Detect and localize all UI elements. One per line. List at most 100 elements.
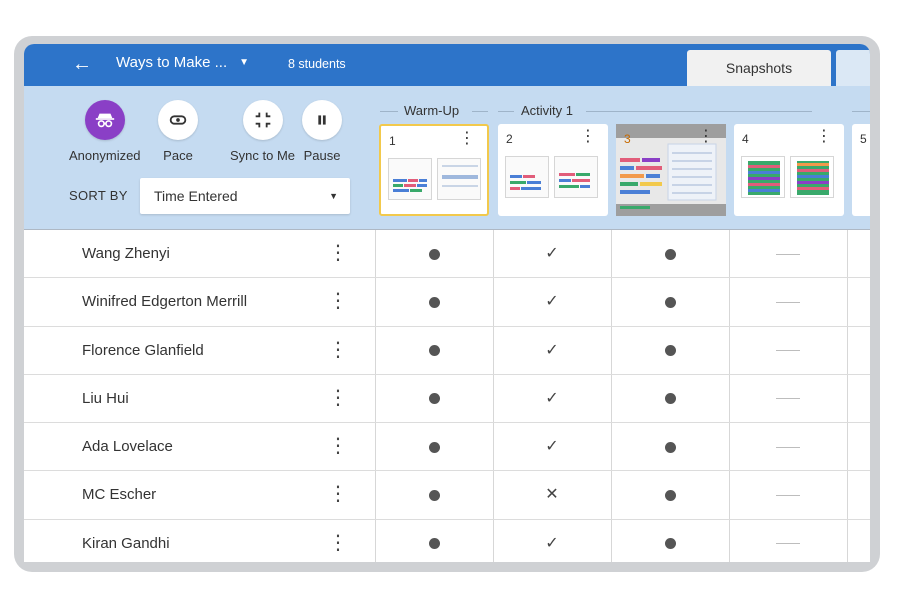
more-vert-icon[interactable]: ⋮	[328, 278, 348, 326]
in-progress-icon	[428, 345, 440, 357]
progress-cell[interactable]: ✕	[493, 471, 611, 519]
sort-by-label: SORT BY	[69, 188, 128, 203]
student-name: Winifred Edgerton Merrill	[82, 293, 248, 311]
slide-card-4[interactable]: 4 ⋮	[734, 124, 844, 216]
slide-number: 4	[742, 132, 749, 146]
thumbnail-bars	[559, 173, 590, 188]
in-progress-icon	[428, 441, 440, 453]
more-vert-icon[interactable]: ⋮	[328, 471, 348, 519]
progress-cell[interactable]: ✓	[493, 230, 611, 278]
slide-thumbnail	[437, 158, 481, 200]
in-progress-icon	[664, 538, 676, 550]
sync-circle	[242, 100, 283, 140]
pause-button[interactable]: Pause	[302, 100, 342, 163]
student-name: Florence Glanfield	[82, 341, 204, 359]
more-vert-icon[interactable]: ⋮	[816, 129, 832, 145]
in-progress-icon	[428, 296, 440, 308]
slide-thumbnail	[388, 158, 432, 200]
progress-cell[interactable]	[611, 520, 729, 562]
progress-cell[interactable]	[375, 230, 493, 278]
pause-label: Pause	[303, 148, 341, 163]
progress-cell[interactable]: ✓	[493, 327, 611, 375]
pace-button[interactable]: Pace	[158, 100, 198, 163]
progress-cell[interactable]	[375, 471, 493, 519]
back-arrow-icon[interactable]: ←	[70, 52, 94, 76]
controls-panel: Anonymized Pace Sync to Me Pause SORT BY…	[24, 86, 870, 230]
progress-cell[interactable]	[611, 278, 729, 326]
student-name: Kiran Gandhi	[82, 534, 170, 552]
pace-label: Pace	[163, 148, 193, 163]
check-icon: ✓	[545, 389, 559, 407]
student-row[interactable]: Florence Glanfield ⋮ ✓	[24, 327, 870, 375]
tab-snapshots[interactable]: Snapshots	[687, 50, 831, 86]
pace-circle	[158, 100, 198, 140]
lesson-title: Ways to Make ...	[116, 54, 228, 71]
slide-card-3[interactable]: 3 ⋮	[616, 124, 726, 216]
student-name: MC Escher	[82, 486, 157, 504]
more-vert-icon[interactable]: ⋮	[698, 129, 714, 145]
progress-cell[interactable]: ✓	[493, 278, 611, 326]
progress-cell[interactable]	[729, 278, 847, 326]
progress-cell[interactable]	[729, 230, 847, 278]
progress-cell[interactable]	[729, 327, 847, 375]
progress-cell[interactable]: ✓	[493, 520, 611, 562]
progress-cell[interactable]	[375, 520, 493, 562]
sort-by-select[interactable]: Time Entered ▼	[140, 178, 350, 214]
progress-cell[interactable]	[375, 423, 493, 471]
progress-cell[interactable]	[611, 230, 729, 278]
anonymized-circle	[84, 100, 125, 140]
slide-thumbnail	[741, 156, 785, 198]
pace-icon	[169, 115, 187, 125]
thumbnail-bars	[393, 179, 427, 192]
thumbnail-grid	[797, 161, 829, 195]
more-vert-icon[interactable]: ⋮	[328, 423, 348, 471]
not-started-icon	[776, 398, 800, 400]
more-vert-icon[interactable]: ⋮	[459, 131, 475, 147]
progress-cell[interactable]	[375, 375, 493, 423]
more-vert-icon[interactable]: ⋮	[328, 520, 348, 562]
anonymized-button[interactable]: Anonymized	[69, 100, 141, 163]
student-row[interactable]: MC Escher ⋮ ✕	[24, 471, 870, 520]
not-started-icon	[776, 253, 800, 255]
student-row[interactable]: Wang Zhenyi ⋮ ✓	[24, 230, 870, 279]
check-icon: ✓	[545, 534, 559, 552]
progress-cell[interactable]	[611, 375, 729, 423]
student-list: Wang Zhenyi ⋮ ✓ Winifred Edgerton Merrill ⋮ ✓…	[24, 230, 870, 562]
progress-cell[interactable]	[611, 423, 729, 471]
in-progress-icon	[428, 393, 440, 405]
sync-to-me-button[interactable]: Sync to Me	[230, 100, 295, 163]
in-progress-icon	[428, 248, 440, 260]
in-progress-icon	[664, 345, 676, 357]
not-started-icon	[776, 446, 800, 448]
check-icon: ✓	[545, 293, 559, 311]
progress-cell[interactable]	[611, 327, 729, 375]
tab-active[interactable]	[836, 50, 870, 86]
progress-cell[interactable]: ✓	[493, 423, 611, 471]
progress-cell[interactable]: ✓	[493, 375, 611, 423]
slide-card-2[interactable]: 2 ⋮	[498, 124, 608, 216]
progress-cell[interactable]	[729, 471, 847, 519]
progress-cell[interactable]	[729, 423, 847, 471]
more-vert-icon[interactable]: ⋮	[328, 375, 348, 423]
student-row[interactable]: Winifred Edgerton Merrill ⋮ ✓	[24, 278, 870, 327]
more-vert-icon[interactable]: ⋮	[328, 230, 348, 278]
progress-cell[interactable]	[375, 327, 493, 375]
student-row[interactable]: Ada Lovelace ⋮ ✓	[24, 423, 870, 472]
incognito-icon	[95, 113, 114, 128]
student-row[interactable]: Kiran Gandhi ⋮ ✓	[24, 520, 870, 562]
student-name: Liu Hui	[82, 389, 129, 407]
slide-card-1[interactable]: 1 ⋮	[379, 124, 489, 216]
progress-cell[interactable]	[611, 471, 729, 519]
more-vert-icon[interactable]: ⋮	[580, 129, 596, 145]
student-row[interactable]: Liu Hui ⋮ ✓	[24, 375, 870, 424]
progress-cell[interactable]	[729, 520, 847, 562]
progress-cell[interactable]	[375, 278, 493, 326]
lesson-title-dropdown[interactable]: Ways to Make ... ▼	[116, 52, 249, 74]
not-started-icon	[776, 543, 800, 545]
progress-cell[interactable]	[729, 375, 847, 423]
more-vert-icon[interactable]: ⋮	[328, 327, 348, 375]
sync-label: Sync to Me	[230, 148, 296, 163]
group-divider	[852, 111, 870, 112]
slide-card-5[interactable]: 5	[852, 124, 870, 216]
cross-icon: ✕	[545, 486, 559, 504]
